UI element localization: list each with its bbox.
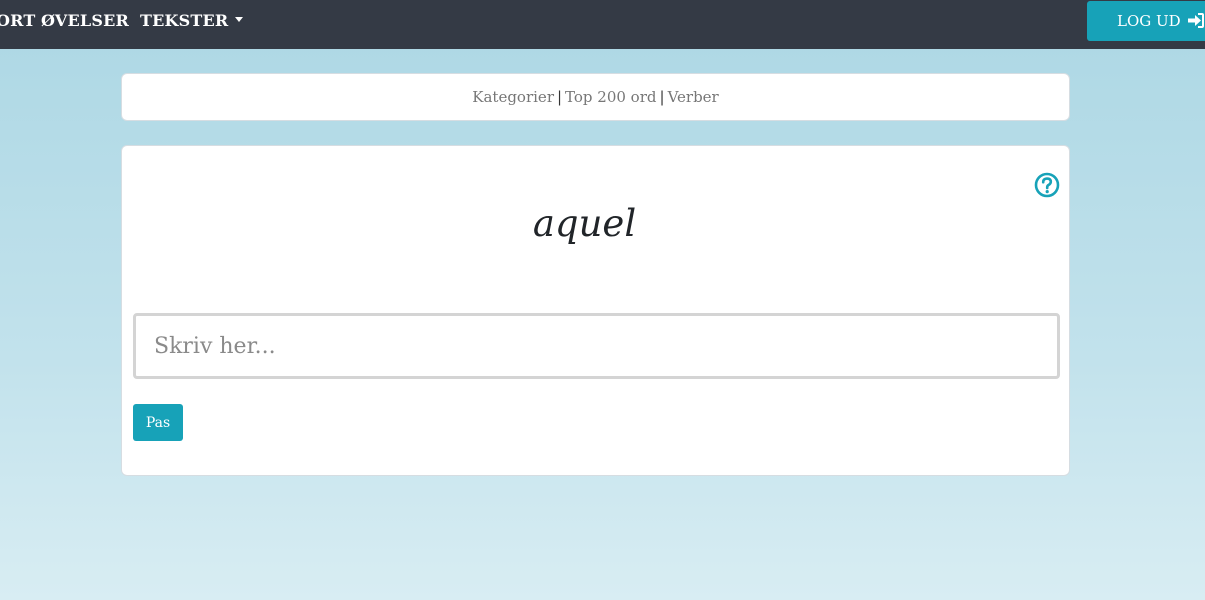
- nav-item-tekster-label: TEKSTER: [140, 11, 229, 30]
- nav-item-ovelser[interactable]: ØVELSER: [41, 0, 129, 42]
- link-kategorier[interactable]: Kategorier: [472, 88, 554, 106]
- caret-down-icon: [235, 17, 244, 22]
- answer-input[interactable]: [133, 313, 1060, 379]
- link-separator: |: [659, 88, 665, 106]
- link-verber[interactable]: Verber: [668, 88, 719, 106]
- exercise-card: aquel Pas: [121, 145, 1070, 476]
- top-navbar: ORT ØVELSER TEKSTER LOG UD: [0, 0, 1205, 49]
- logout-label: LOG UD: [1117, 12, 1181, 30]
- logout-button[interactable]: LOG UD: [1087, 1, 1205, 41]
- link-separator: |: [556, 88, 563, 106]
- sign-in-icon: [1188, 12, 1205, 28]
- link-top-200-ord[interactable]: Top 200 ord: [565, 88, 656, 106]
- category-links-card: Kategorier | Top 200 ord | Verber: [121, 73, 1070, 121]
- question-circle-icon[interactable]: [1034, 172, 1060, 198]
- exercise-word: aquel: [532, 202, 637, 245]
- pass-button[interactable]: Pas: [133, 404, 183, 441]
- nav-item-cut-off[interactable]: ORT: [0, 0, 35, 42]
- nav-item-tekster-dropdown[interactable]: TEKSTER: [140, 0, 244, 42]
